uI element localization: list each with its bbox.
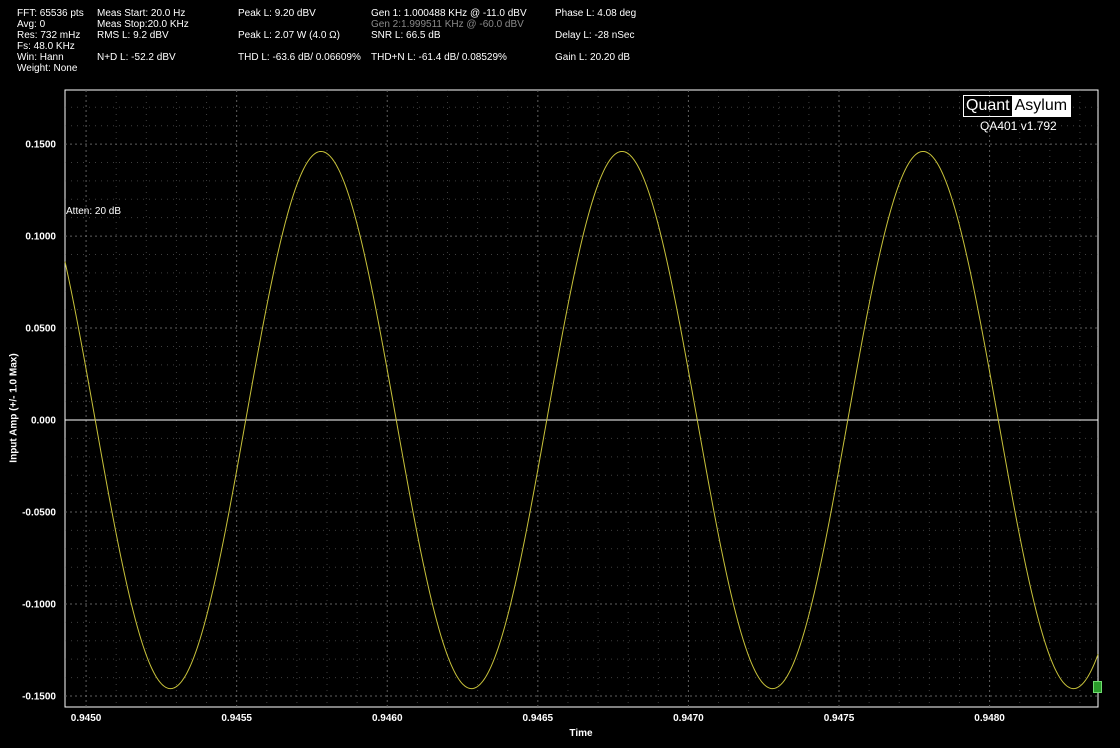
y-tick-label: -0.0500 [22,508,56,519]
x-tick-label: 0.9460 [372,713,403,724]
y-tick-label: 0.1500 [25,140,56,151]
x-tick-label: 0.9465 [523,713,554,724]
x-tick-label: 0.9455 [221,713,252,724]
channel-marker-icon[interactable] [1093,681,1102,693]
attenuation-label: Atten: 20 dB [66,206,122,217]
x-tick-label: 0.9480 [974,713,1005,724]
time-domain-plot[interactable]: 0.1500 0.1000 0.0500 0.000 -0.0500 -0.1000 -0.… [0,0,1120,748]
y-tick-label: 0.1000 [25,232,56,243]
logo-asylum-text: Asylum [1011,96,1071,116]
y-tick-label: -0.1000 [22,599,56,610]
y-tick-label: -0.1500 [22,691,56,702]
x-axis-title: Time [569,728,593,739]
version-label: QA401 v1.792 [980,119,1057,133]
y-tick-label: 0.000 [31,416,56,427]
y-tick-label: 0.0500 [25,324,56,335]
y-axis-title: Input Amp (+/- 1.0 Max) [8,353,20,463]
quantasylum-logo: Quant Asylum [963,95,1072,117]
plot-frame [64,89,1099,708]
y-tick-labels: 0.1500 0.1000 0.0500 0.000 -0.0500 -0.1000 -0.… [22,140,56,703]
logo-quant-text: Quant [966,97,1010,114]
x-tick-label: 0.9475 [824,713,855,724]
grid-layer [65,90,1098,707]
x-tick-labels: 0.9450 0.9455 0.9460 0.9465 0.9470 0.9475 0.94… [71,713,1006,724]
x-tick-label: 0.9470 [673,713,704,724]
x-tick-label: 0.9450 [71,713,102,724]
